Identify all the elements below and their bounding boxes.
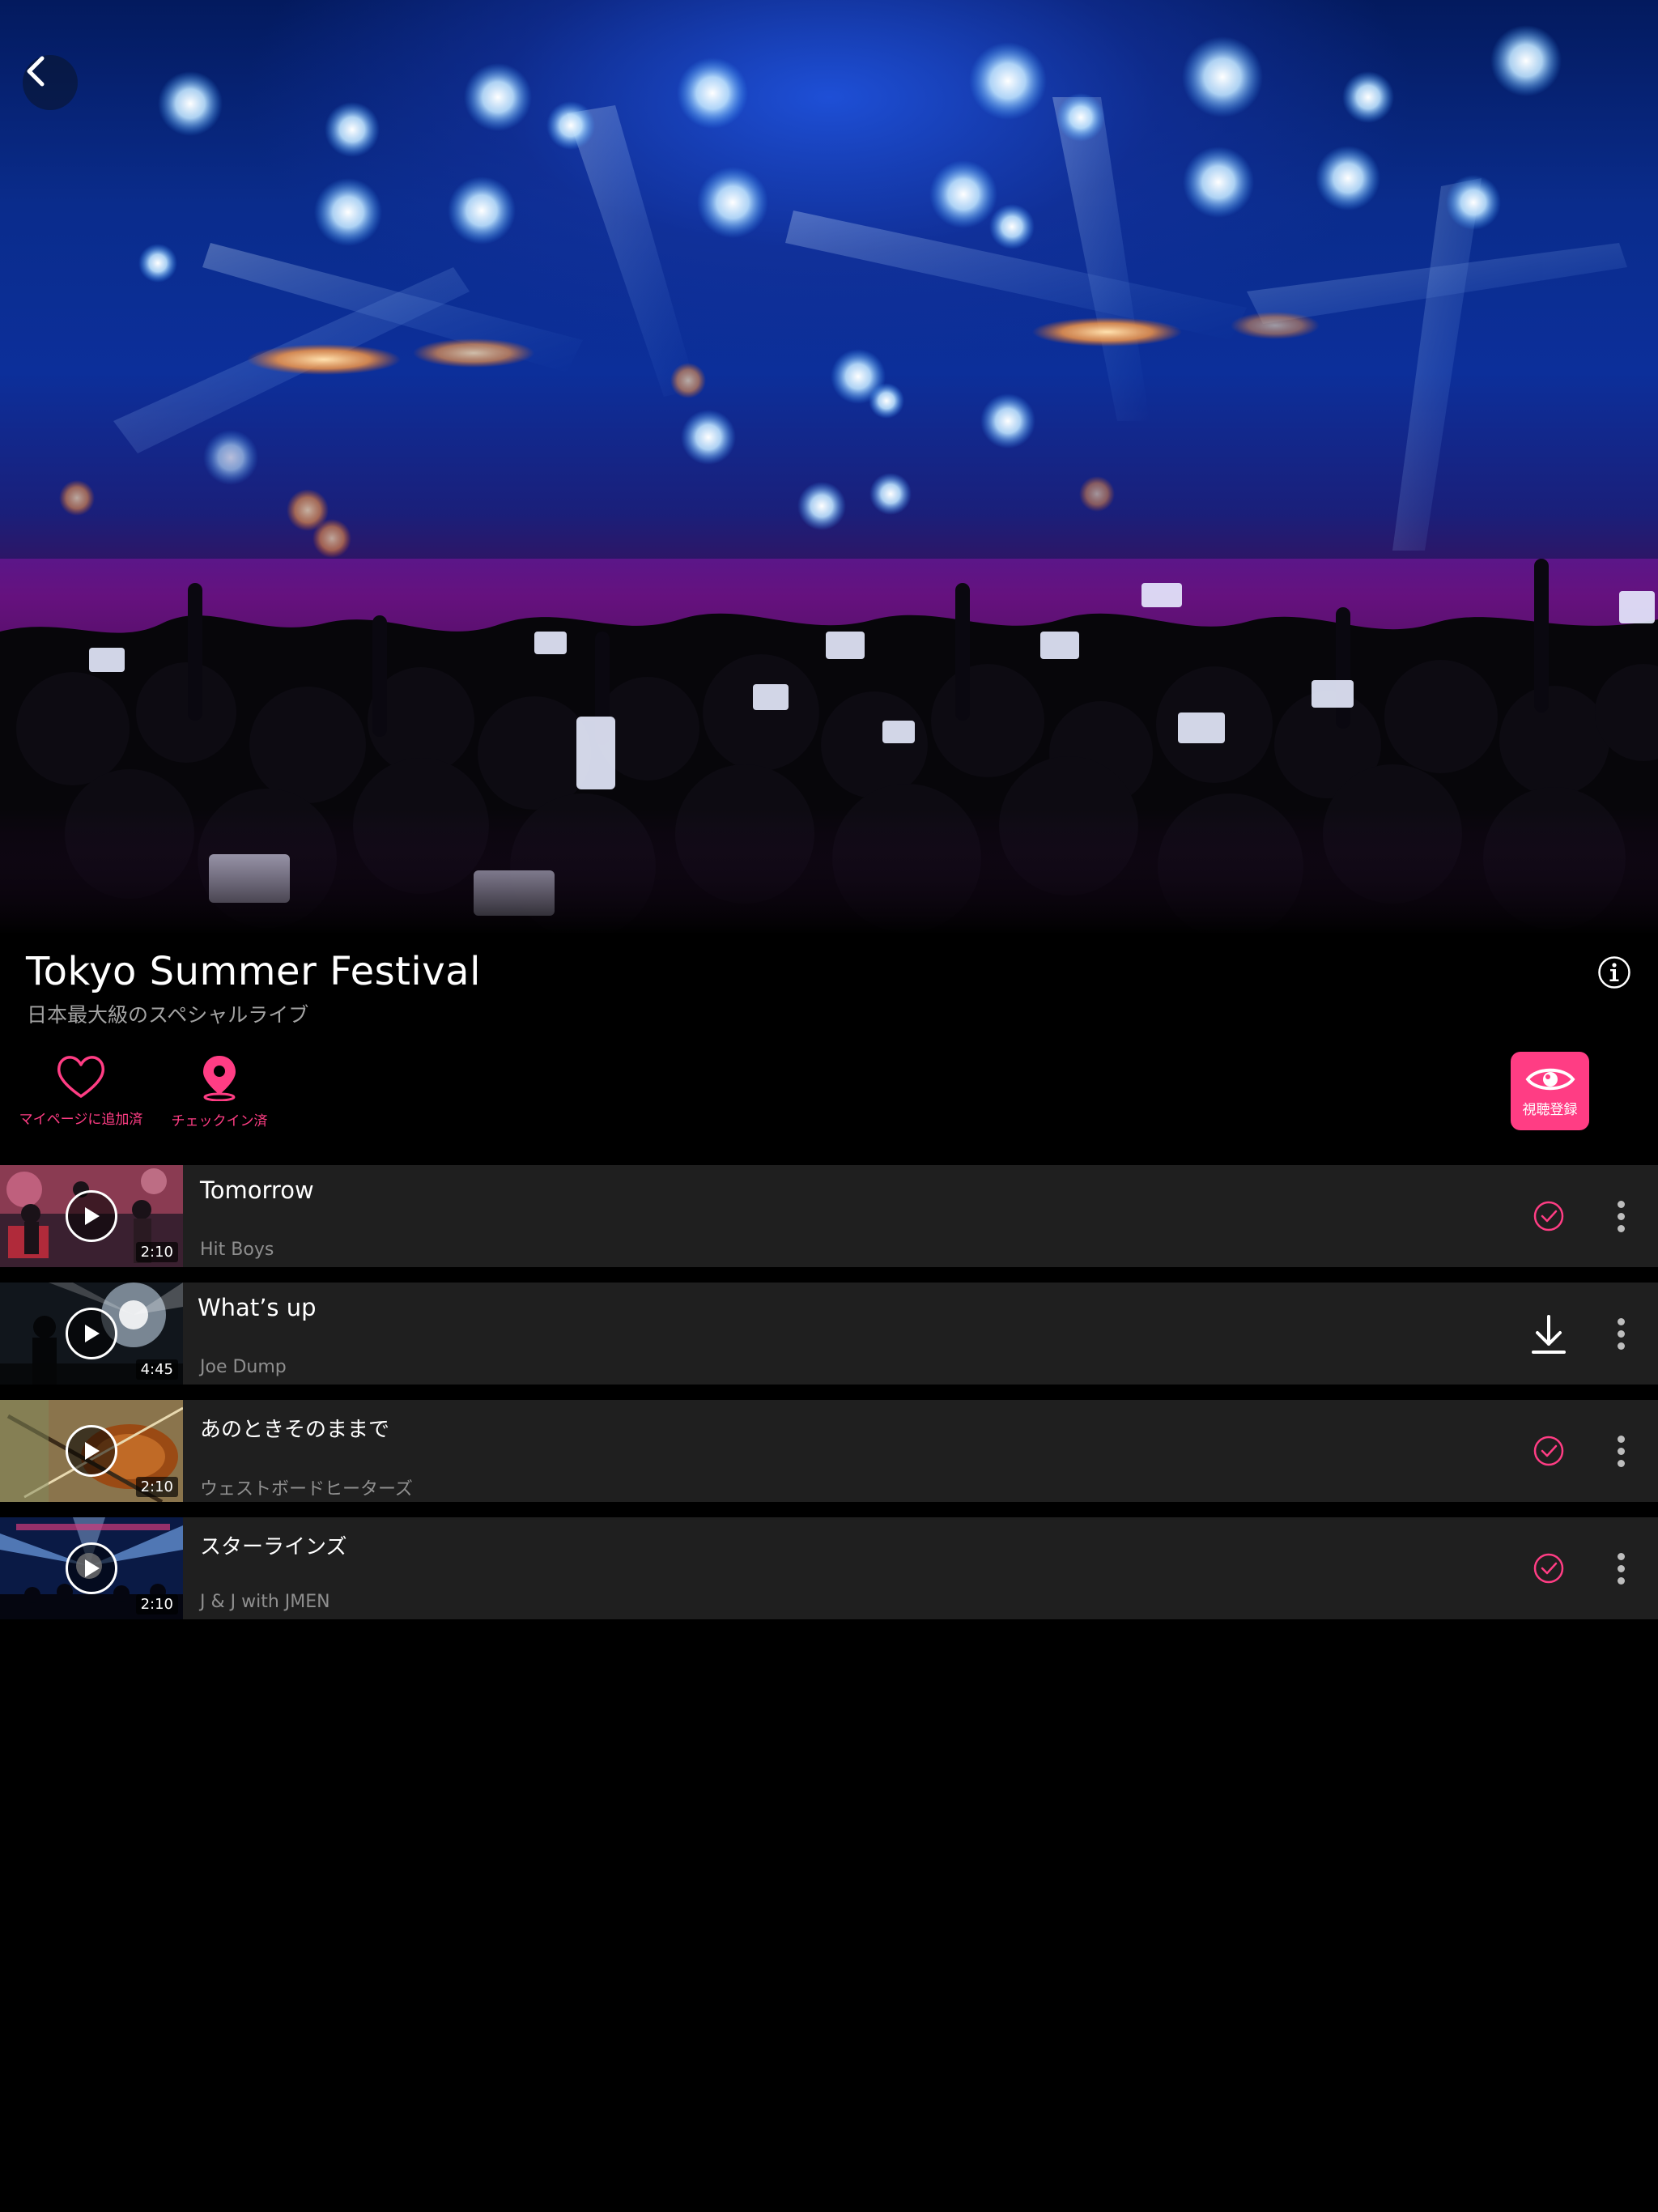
event-title: Tokyo Summer Festival: [26, 949, 481, 994]
more-vertical-icon-dot: [1617, 1435, 1625, 1443]
check-circle-icon: [1533, 1553, 1564, 1584]
track-thumbnail: 2:10: [0, 1400, 183, 1502]
eye-icon: [1525, 1068, 1575, 1091]
downloaded-status[interactable]: [1533, 1552, 1565, 1585]
track-thumbnail: 4:45: [0, 1283, 183, 1385]
track-title: What’s up: [198, 1294, 317, 1321]
more-vertical-icon-dot: [1617, 1576, 1625, 1585]
more-options-button[interactable]: [1609, 1548, 1633, 1589]
download-icon: [1532, 1315, 1566, 1354]
more-vertical-icon-dot: [1617, 1342, 1625, 1350]
chevron-left-icon: [27, 56, 45, 87]
more-options-button[interactable]: [1609, 1431, 1633, 1471]
more-options-button[interactable]: [1609, 1196, 1633, 1236]
check-circle-icon: [1533, 1436, 1564, 1466]
track-artist: J & J with JMEN: [200, 1592, 330, 1612]
track-artist: ウェストボードヒーターズ: [200, 1479, 413, 1499]
track-thumbnail: 2:10: [0, 1165, 183, 1267]
track-duration: 2:10: [135, 1594, 178, 1614]
heart-outline-icon: [57, 1056, 105, 1098]
more-options-button[interactable]: [1609, 1313, 1633, 1354]
track-artist: Joe Dump: [200, 1357, 287, 1377]
map-pin-icon: [203, 1056, 236, 1101]
more-vertical-icon-dot: [1617, 1317, 1625, 1325]
downloaded-status[interactable]: [1533, 1435, 1565, 1467]
play-button[interactable]: [66, 1308, 117, 1359]
play-icon: [85, 1207, 100, 1225]
play-button[interactable]: [66, 1542, 117, 1594]
downloaded-status[interactable]: [1533, 1200, 1565, 1232]
play-button[interactable]: [66, 1190, 117, 1242]
more-vertical-icon-dot: [1617, 1447, 1625, 1455]
track-row[interactable]: 2:10 Tomorrow Hit Boys: [0, 1165, 1658, 1267]
track-artist: Hit Boys: [200, 1240, 274, 1260]
more-vertical-icon-dot: [1617, 1224, 1625, 1232]
play-icon: [85, 1559, 100, 1577]
more-vertical-icon-dot: [1617, 1564, 1625, 1572]
play-button[interactable]: [66, 1425, 117, 1477]
track-row[interactable]: 2:10 あのときそのままで ウェストボードヒーターズ: [0, 1400, 1658, 1502]
track-thumbnail: 2:10: [0, 1517, 183, 1619]
track-duration: 2:10: [135, 1242, 178, 1262]
watch-register-label: 視聴登録: [1522, 1102, 1578, 1118]
hero-concert-image: [0, 0, 1658, 933]
track-row[interactable]: 2:10 スターラインズ J & J with JMEN: [0, 1517, 1658, 1619]
event-subtitle: 日本最大級のスペシャルライブ: [27, 1003, 309, 1027]
track-duration: 2:10: [135, 1477, 178, 1497]
more-vertical-icon-dot: [1617, 1459, 1625, 1467]
info-button[interactable]: [1597, 955, 1631, 989]
info-circle-icon: [1598, 956, 1630, 989]
more-vertical-icon-dot: [1617, 1212, 1625, 1220]
festival-detail-page: Tokyo Summer Festival 日本最大級のスペシャルライブ マイペ…: [0, 0, 1658, 2212]
more-vertical-icon-dot: [1617, 1329, 1625, 1338]
checkin-label: チェックイン済: [171, 1113, 268, 1129]
more-vertical-icon-dot: [1617, 1200, 1625, 1208]
track-title: スターラインズ: [200, 1535, 347, 1559]
play-icon: [85, 1442, 100, 1460]
track-duration: 4:45: [135, 1359, 178, 1380]
add-to-mypage-label: マイページに追加済: [19, 1112, 143, 1128]
checkin-button[interactable]: チェックイン済: [167, 1054, 272, 1129]
track-title: あのときそのままで: [200, 1418, 390, 1442]
download-button[interactable]: [1530, 1315, 1567, 1355]
play-icon: [85, 1325, 100, 1342]
check-circle-icon: [1533, 1201, 1564, 1231]
concert-illustration: [0, 25, 1658, 933]
watch-register-button[interactable]: 視聴登録: [1511, 1052, 1589, 1130]
back-button[interactable]: [23, 55, 78, 110]
track-title: Tomorrow: [200, 1176, 314, 1204]
add-to-mypage-button[interactable]: マイページに追加済: [16, 1054, 146, 1128]
track-row[interactable]: 4:45 What’s up Joe Dump: [0, 1283, 1658, 1385]
more-vertical-icon-dot: [1617, 1552, 1625, 1560]
